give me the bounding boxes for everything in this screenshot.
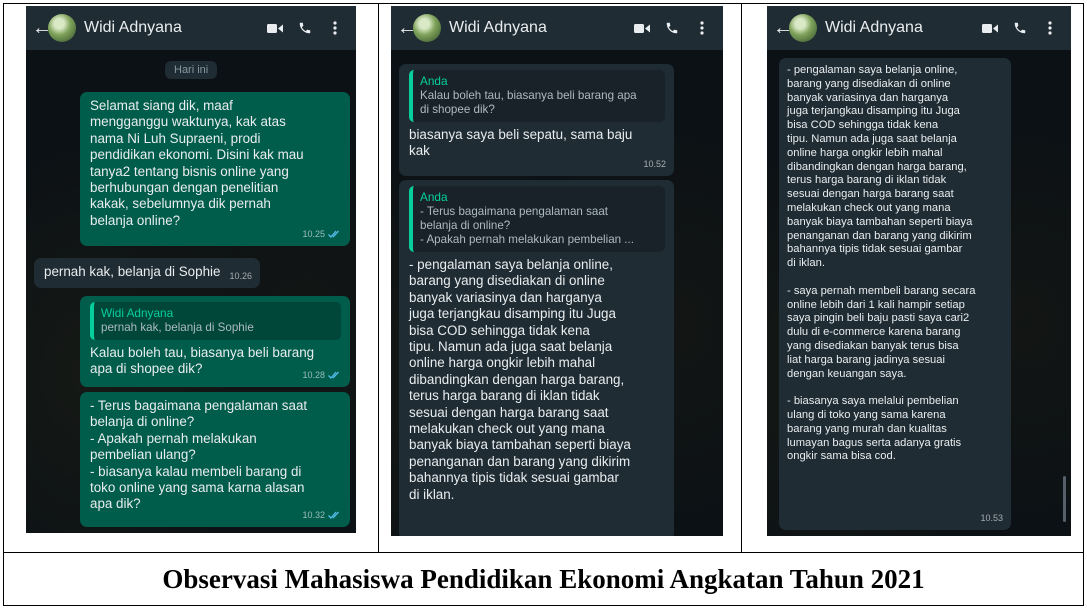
phone-call-icon[interactable] xyxy=(1005,13,1035,43)
message-meta: 10.52 xyxy=(643,156,666,172)
avatar[interactable] xyxy=(789,14,817,42)
read-receipt-icon xyxy=(328,511,339,519)
video-call-icon[interactable] xyxy=(975,13,1005,43)
message-text: pernah kak, belanja di Sophie xyxy=(44,264,221,279)
chat-header: ← Widi Adnyana xyxy=(767,6,1071,50)
video-call-icon[interactable] xyxy=(627,13,657,43)
contact-name[interactable]: Widi Adnyana xyxy=(825,19,975,37)
chat-scrollbar[interactable] xyxy=(1063,476,1066,522)
avatar[interactable] xyxy=(48,14,76,42)
message-time: 10.53 xyxy=(980,513,1003,524)
outgoing-reply-message[interactable]: Widi Adnyana pernah kak, belanja di Soph… xyxy=(80,296,350,387)
contact-name[interactable]: Widi Adnyana xyxy=(84,19,260,37)
quoted-text: Kalau boleh tau, biasanya beli barang ap… xyxy=(420,89,637,116)
quoted-author: Anda xyxy=(420,74,448,88)
message-text: - Terus bagaimana pengalaman saat belanj… xyxy=(90,398,308,512)
message-meta: 10.25 xyxy=(302,226,342,242)
incoming-message[interactable]: - pengalaman saya belanja online, barang… xyxy=(779,58,1011,530)
video-call-icon[interactable] xyxy=(260,13,290,43)
read-receipt-icon xyxy=(328,230,339,238)
quoted-author: Anda xyxy=(420,190,448,204)
message-time: 10.26 xyxy=(229,270,252,281)
message-text: - pengalaman saya belanja online, barang… xyxy=(409,257,631,502)
chat-screen-2: ← Widi Adnyana Anda Kalau boleh tau, bia… xyxy=(391,6,723,536)
figure-caption: Observasi Mahasiswa Pendidikan Ekonomi A… xyxy=(162,563,925,594)
message-meta: 10.26 xyxy=(229,268,252,284)
message-time: 10.25 xyxy=(302,228,325,239)
divider-1 xyxy=(378,3,379,552)
chat-screen-3: ← Widi Adnyana - pengalaman saya belanja… xyxy=(767,6,1071,536)
quoted-author: Widi Adnyana xyxy=(101,306,174,320)
message-time: 10.28 xyxy=(302,369,325,380)
read-receipt-icon xyxy=(328,371,339,379)
chat-header: ← Widi Adnyana xyxy=(391,6,723,50)
incoming-reply-message[interactable]: Anda Kalau boleh tau, biasanya beli bara… xyxy=(399,64,674,176)
contact-name[interactable]: Widi Adnyana xyxy=(449,19,627,37)
quoted-message[interactable]: Widi Adnyana pernah kak, belanja di Soph… xyxy=(90,302,341,340)
message-meta: 10.32 xyxy=(302,507,342,523)
chat-screen-1: ← Widi Adnyana Hari ini Selamat siang di… xyxy=(26,6,356,533)
back-arrow-icon[interactable]: ← xyxy=(397,17,417,40)
quoted-text-line: belanja di online? xyxy=(420,219,511,232)
phone-call-icon[interactable] xyxy=(290,13,320,43)
quoted-text-line: - Apakah pernah melakukan pembelian ... xyxy=(420,233,634,246)
message-text: biasanya saya beli sepatu, sama baju kak xyxy=(409,127,633,159)
more-vert-icon[interactable] xyxy=(1035,13,1065,43)
message-text: - pengalaman saya belanja online, barang… xyxy=(787,64,976,463)
divider-2 xyxy=(741,3,742,552)
quoted-message[interactable]: Anda - Terus bagaimana pengalaman saat b… xyxy=(409,186,665,252)
message-time: 10.32 xyxy=(302,509,325,520)
quoted-message[interactable]: Anda Kalau boleh tau, biasanya beli bara… xyxy=(409,70,665,122)
message-meta: 10.28 xyxy=(302,367,342,383)
message-text: Selamat siang dik, maaf mengganggu waktu… xyxy=(90,98,304,228)
incoming-message[interactable]: pernah kak, belanja di Sophie 10.26 xyxy=(34,258,260,288)
incoming-reply-message[interactable]: Anda - Terus bagaimana pengalaman saat b… xyxy=(399,180,674,536)
message-meta: 10.53 xyxy=(980,512,1003,526)
more-vert-icon[interactable] xyxy=(320,13,350,43)
outgoing-message[interactable]: - Terus bagaimana pengalaman saat belanj… xyxy=(80,392,350,527)
more-vert-icon[interactable] xyxy=(687,13,717,43)
date-chip: Hari ini xyxy=(165,61,218,79)
back-arrow-icon[interactable]: ← xyxy=(773,17,793,40)
message-time: 10.52 xyxy=(643,158,666,169)
chat-header: ← Widi Adnyana xyxy=(26,6,356,50)
back-arrow-icon[interactable]: ← xyxy=(32,17,52,40)
outgoing-message[interactable]: Selamat siang dik, maaf mengganggu waktu… xyxy=(80,92,350,246)
avatar[interactable] xyxy=(413,14,441,42)
quoted-text: pernah kak, belanja di Sophie xyxy=(101,321,254,334)
quoted-text-line: - Terus bagaimana pengalaman saat xyxy=(420,205,608,218)
phone-call-icon[interactable] xyxy=(657,13,687,43)
